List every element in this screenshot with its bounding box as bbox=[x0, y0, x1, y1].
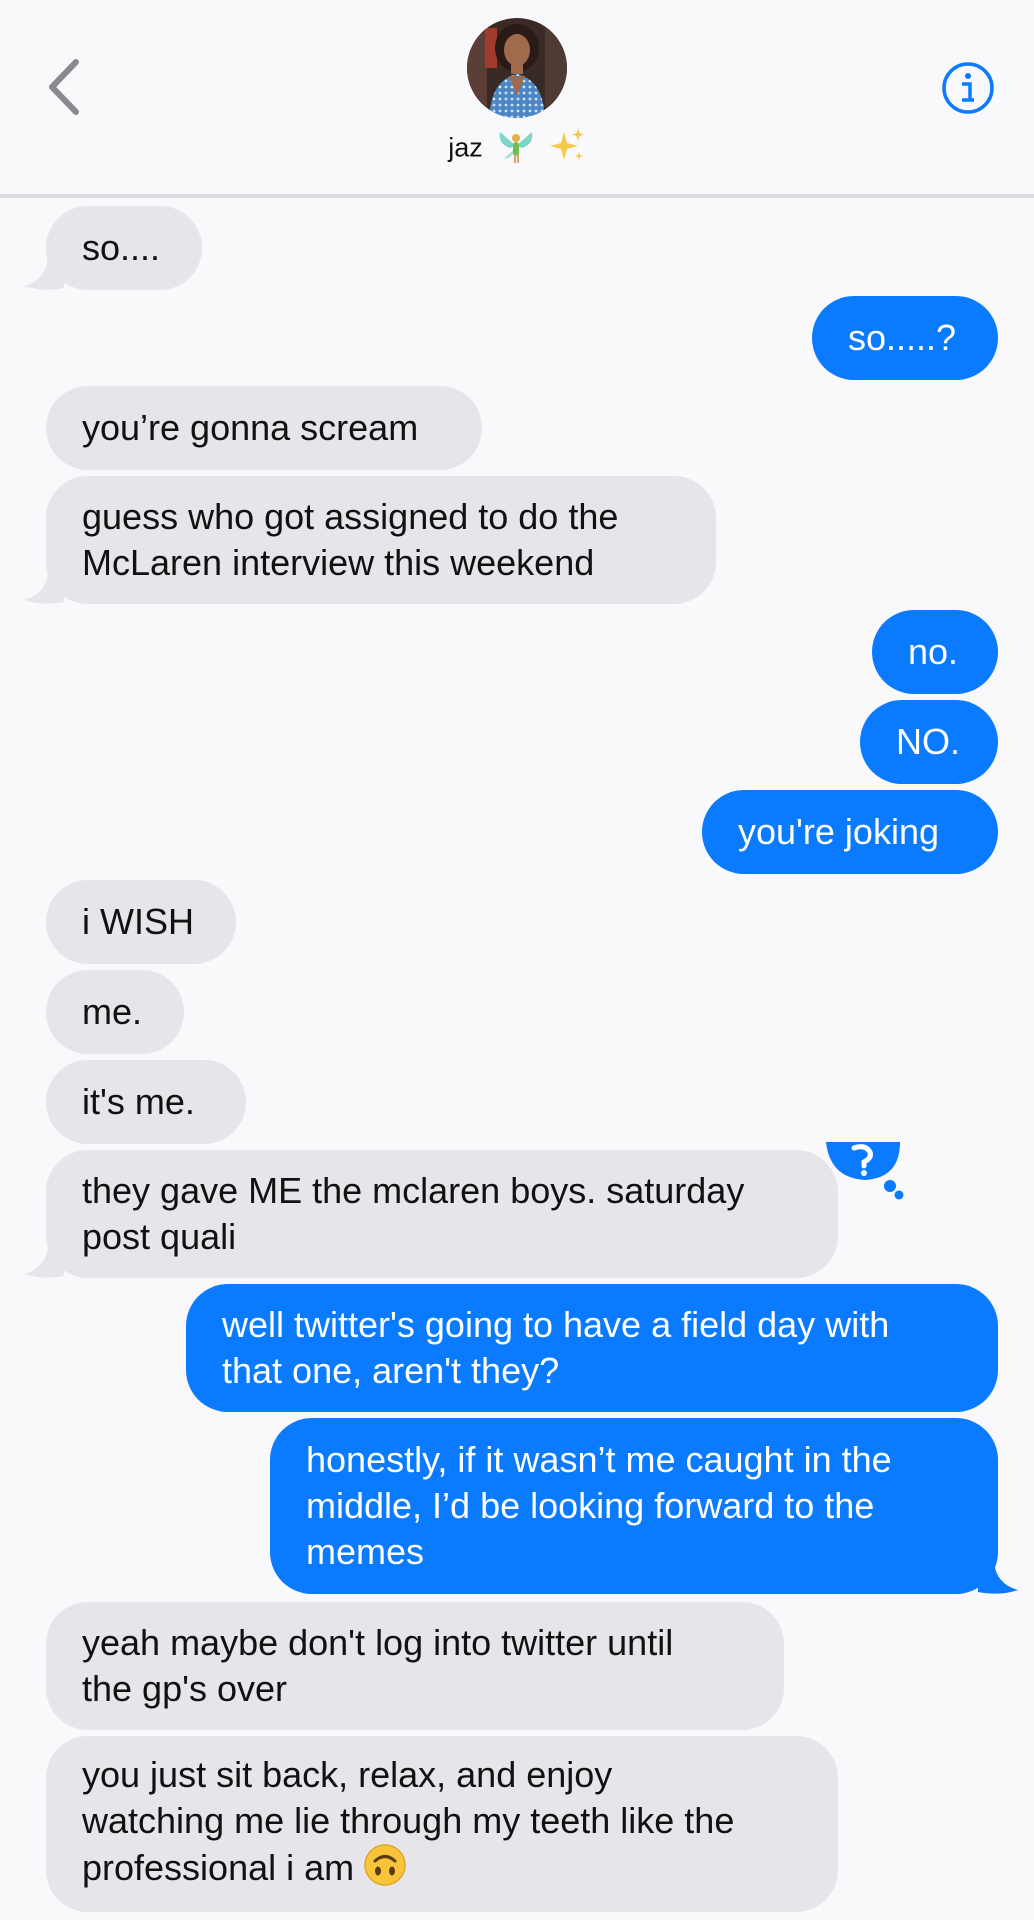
incoming-bubble-tail bbox=[24, 1246, 64, 1278]
sparkles-emoji bbox=[549, 126, 586, 173]
incoming-bubble-tail bbox=[24, 572, 64, 604]
incoming-bubble-tail bbox=[24, 258, 64, 290]
question-mark-tapback-icon[interactable] bbox=[820, 1142, 906, 1202]
outgoing-message[interactable]: no. bbox=[872, 610, 998, 694]
message-text: you’re gonna scream bbox=[82, 407, 419, 448]
outgoing-bubble-tail bbox=[978, 1562, 1018, 1594]
chevron-left-icon bbox=[49, 59, 79, 115]
incoming-message[interactable]: so.... bbox=[46, 206, 202, 290]
message-text: it's me. bbox=[82, 1081, 195, 1122]
outgoing-message[interactable]: well twitter's going to have a field day… bbox=[186, 1284, 998, 1412]
incoming-message[interactable]: you just sit back, relax, and enjoy watc… bbox=[46, 1736, 838, 1912]
incoming-message[interactable]: it's me. bbox=[46, 1060, 246, 1144]
incoming-message[interactable]: you’re gonna scream bbox=[46, 386, 482, 470]
contact-avatar[interactable] bbox=[467, 18, 567, 118]
incoming-message[interactable]: me. bbox=[46, 970, 184, 1054]
message-text: well twitter's going to have a field day… bbox=[222, 1304, 890, 1391]
message-text: guess who got assigned to do the McLaren… bbox=[82, 496, 619, 583]
back-button[interactable] bbox=[40, 52, 90, 122]
message-text-body: you just sit back, relax, and enjoy watc… bbox=[82, 1753, 735, 1888]
avatar-photo bbox=[467, 18, 567, 118]
message-text: so.....? bbox=[848, 317, 957, 358]
outgoing-message[interactable]: so.....? bbox=[812, 296, 998, 380]
outgoing-message[interactable]: honestly, if it wasn’t me caught in the … bbox=[270, 1418, 998, 1594]
message-text: i WISH bbox=[82, 901, 194, 942]
outgoing-message[interactable]: you're joking bbox=[702, 790, 998, 874]
incoming-message[interactable]: i WISH bbox=[46, 880, 236, 964]
message-text: honestly, if it wasn’t me caught in the … bbox=[306, 1439, 892, 1572]
message-text: they gave ME the mclaren boys. saturday … bbox=[82, 1170, 745, 1257]
info-button[interactable] bbox=[940, 60, 996, 116]
message-text: you just sit back, relax, and enjoy watc… bbox=[82, 1752, 734, 1897]
incoming-message[interactable]: guess who got assigned to do the McLaren… bbox=[46, 476, 716, 604]
upside-down-face-emoji bbox=[364, 1843, 406, 1897]
message-text: you're joking bbox=[738, 811, 939, 852]
contact-name: jaz bbox=[448, 132, 483, 163]
incoming-message[interactable]: yeah maybe don't log into twitter until … bbox=[46, 1602, 784, 1730]
conversation-header: jaz bbox=[0, 0, 1034, 198]
message-text: yeah maybe don't log into twitter until … bbox=[82, 1622, 674, 1709]
contact-name-row[interactable]: jaz bbox=[0, 126, 1034, 173]
fairy-emoji bbox=[496, 126, 536, 173]
message-text: NO. bbox=[896, 721, 961, 762]
message-text: so.... bbox=[82, 227, 161, 268]
message-thread[interactable]: so.... so.....? you’re gonna scream gues… bbox=[0, 200, 1034, 1920]
message-text: me. bbox=[82, 991, 143, 1032]
info-icon bbox=[942, 62, 994, 114]
outgoing-message[interactable]: NO. bbox=[860, 700, 998, 784]
incoming-message[interactable]: they gave ME the mclaren boys. saturday … bbox=[46, 1150, 838, 1278]
message-text: no. bbox=[908, 631, 959, 672]
